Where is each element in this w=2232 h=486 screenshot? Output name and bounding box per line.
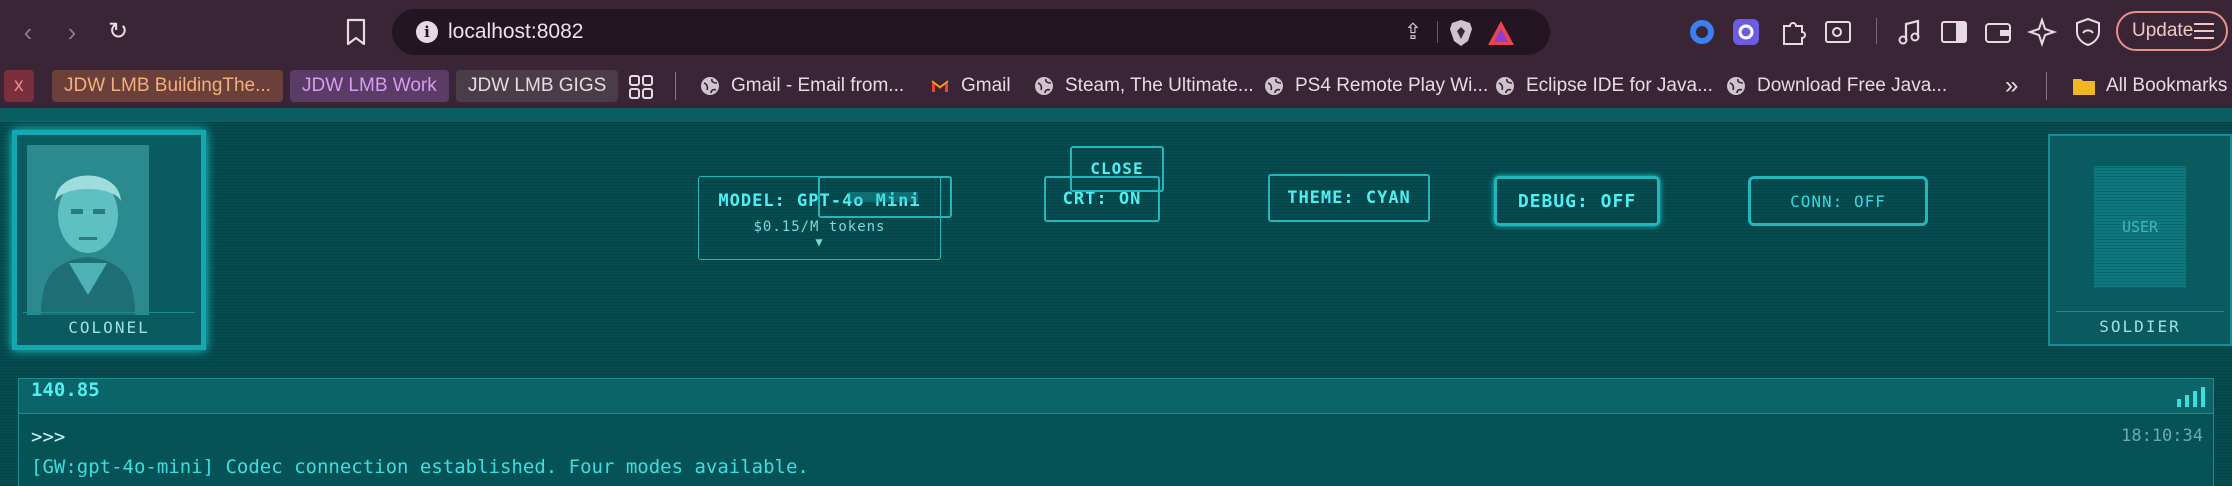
browser-toolbar: ‹ › ↻ i localhost:8082 ⇪ Update bbox=[0, 0, 2232, 64]
app-top-frame bbox=[0, 108, 2232, 122]
gmail-icon bbox=[931, 80, 949, 92]
model-price: $0.15/M tokens bbox=[753, 219, 886, 235]
bookmarks-overflow-icon[interactable]: » bbox=[2005, 70, 2018, 102]
dropdown-arrow-icon: ▼ bbox=[815, 235, 824, 249]
bookmark-label: Download Free Java... bbox=[1757, 75, 1948, 96]
codec-app: COLONEL MODEL: GPT-4o Mini $0.15/M token… bbox=[0, 108, 2232, 486]
extensions-puzzle-icon[interactable] bbox=[1778, 16, 1810, 48]
bookmark-gmail-email[interactable]: Gmail - Email from... bbox=[700, 70, 904, 102]
folder-icon bbox=[2073, 79, 2095, 95]
bookmark-tag-x[interactable]: x bbox=[4, 70, 34, 102]
update-button[interactable]: Update bbox=[2116, 11, 2228, 51]
connection-toggle-button[interactable]: CONN: OFF bbox=[1748, 176, 1928, 226]
signal-bars-icon[interactable] bbox=[2177, 387, 2205, 407]
bookmark-label: x bbox=[14, 75, 24, 96]
bookmark-steam[interactable]: Steam, The Ultimate... bbox=[1034, 70, 1254, 102]
portrait-caption: SOLDIER bbox=[2099, 317, 2181, 336]
console-prompt: >>> bbox=[31, 426, 66, 448]
user-placeholder: USER bbox=[2094, 166, 2186, 288]
bookmark-label: JDW LMB BuildingThe... bbox=[64, 75, 271, 96]
caption-divider bbox=[2056, 311, 2224, 312]
media-music-icon[interactable] bbox=[1894, 16, 1926, 48]
toolbar-divider bbox=[1876, 18, 1877, 44]
caption-divider bbox=[23, 312, 195, 313]
all-bookmarks-button[interactable]: All Bookmarks bbox=[2072, 70, 2227, 102]
bookmark-ps4-remote[interactable]: PS4 Remote Play Wi... bbox=[1264, 70, 1488, 102]
portrait-colonel[interactable]: COLONEL bbox=[12, 130, 206, 350]
site-info-icon[interactable]: i bbox=[416, 21, 438, 43]
debug-toggle-button[interactable]: DEBUG: OFF bbox=[1494, 176, 1660, 226]
bookmark-tag-gigs[interactable]: JDW LMB GIGS bbox=[456, 70, 619, 102]
bookmark-eclipse[interactable]: Eclipse IDE for Java... bbox=[1495, 70, 1713, 102]
bookmark-label: JDW LMB GIGS bbox=[468, 75, 607, 96]
bookmark-label: Gmail - Email from... bbox=[731, 75, 905, 96]
reload-icon[interactable]: ↻ bbox=[100, 14, 136, 50]
all-bookmarks-label: All Bookmarks bbox=[2106, 75, 2228, 96]
frequency-bar: 140.85 bbox=[18, 378, 2214, 414]
urlbar-divider bbox=[1437, 21, 1438, 43]
console-log[interactable]: >>> 18:10:34 [GW:gpt-4o-mini] Codec conn… bbox=[18, 414, 2214, 486]
portrait-soldier[interactable]: USER SOLDIER bbox=[2048, 134, 2232, 346]
globe-icon bbox=[1727, 77, 1745, 95]
share-icon[interactable]: ⇪ bbox=[1398, 17, 1428, 47]
bookmark-icon[interactable] bbox=[344, 18, 368, 46]
vpn-shield-icon[interactable] bbox=[2072, 16, 2104, 48]
reader-icon[interactable] bbox=[1822, 16, 1854, 48]
tab-groups-icon[interactable] bbox=[628, 74, 654, 100]
bookmark-label: Eclipse IDE for Java... bbox=[1526, 75, 1713, 96]
bookmark-label: PS4 Remote Play Wi... bbox=[1295, 75, 1489, 96]
bookmarks-divider bbox=[2046, 72, 2047, 100]
bookmarks-divider bbox=[675, 72, 676, 100]
back-icon[interactable]: ‹ bbox=[10, 14, 46, 50]
bookmark-label: JDW LMB Work bbox=[302, 75, 437, 96]
bookmarks-bar: x JDW LMB BuildingThe... JDW LMB Work JD… bbox=[0, 64, 2232, 108]
bookmark-tag-building[interactable]: JDW LMB BuildingThe... bbox=[52, 70, 283, 102]
bookmark-label: Steam, The Ultimate... bbox=[1065, 75, 1254, 96]
bookmark-gmail[interactable]: Gmail bbox=[930, 70, 1011, 102]
menu-icon bbox=[2194, 23, 2214, 39]
extension-circle-icon[interactable] bbox=[1686, 16, 1718, 48]
globe-icon bbox=[701, 77, 719, 95]
portrait-caption: COLONEL bbox=[68, 318, 150, 337]
console-timestamp: 18:10:34 bbox=[2121, 426, 2203, 446]
wallet-icon[interactable] bbox=[1982, 16, 2014, 48]
frequency-value: 140.85 bbox=[31, 379, 100, 401]
bookmark-label: Gmail bbox=[961, 75, 1011, 96]
theme-toggle-button[interactable]: THEME: CYAN bbox=[1268, 174, 1430, 222]
extension-gear-icon[interactable] bbox=[1730, 16, 1762, 48]
bookmark-tag-work[interactable]: JDW LMB Work bbox=[290, 70, 449, 102]
brave-shields-icon[interactable] bbox=[1448, 19, 1474, 47]
leo-ai-icon[interactable] bbox=[2026, 16, 2058, 48]
sidebar-icon[interactable] bbox=[1938, 16, 1970, 48]
globe-icon bbox=[1496, 77, 1514, 95]
update-label: Update bbox=[2132, 20, 2194, 41]
brave-rewards-icon[interactable] bbox=[1486, 19, 1516, 47]
overlapping-ghost-button[interactable] bbox=[818, 176, 952, 218]
forward-icon[interactable]: › bbox=[54, 14, 90, 50]
url-text[interactable]: localhost:8082 bbox=[448, 9, 583, 55]
address-bar[interactable]: i localhost:8082 ⇪ bbox=[392, 9, 1550, 55]
close-button[interactable]: CLOSE bbox=[1070, 146, 1164, 192]
bookmark-java[interactable]: Download Free Java... bbox=[1726, 70, 1947, 102]
globe-icon bbox=[1265, 77, 1283, 95]
colonel-portrait-image bbox=[27, 145, 149, 315]
console-log-line: [GW:gpt-4o-mini] Codec connection establ… bbox=[31, 456, 809, 478]
globe-icon bbox=[1035, 77, 1053, 95]
